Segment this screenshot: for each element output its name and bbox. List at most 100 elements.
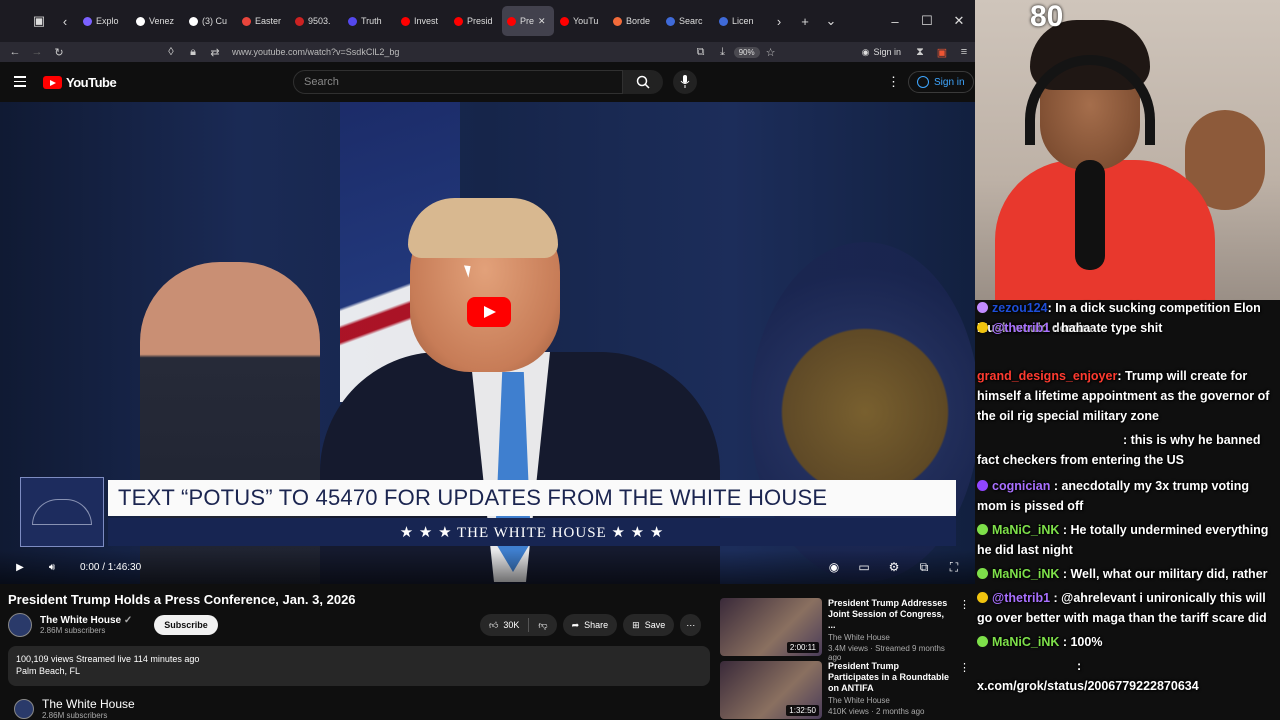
shield-icon[interactable]: ◊ xyxy=(160,46,182,58)
recommended-channel: The White House xyxy=(828,633,890,642)
addon-icon[interactable]: ▣ xyxy=(931,46,953,59)
zoom-level[interactable]: 90% xyxy=(733,46,760,58)
browser-tab[interactable]: Easter xyxy=(237,6,289,36)
miniplayer-icon[interactable]: ⧉ xyxy=(913,560,935,575)
browser-tab[interactable]: 9503. xyxy=(290,6,342,36)
recommended-menu-icon[interactable]: ⋮ xyxy=(959,661,970,719)
share-button[interactable]: ➦ Share xyxy=(562,614,618,636)
tab-overview-icon[interactable]: ▣ xyxy=(26,8,52,34)
chat-message: @thetrib1 : @ahrelevant i unironically t… xyxy=(977,588,1277,628)
video-thumbnail: 2:00:11 xyxy=(720,598,822,656)
youtube-logo-text: YouTube xyxy=(66,75,117,90)
like-button[interactable]: 👍︎ 30K 👎︎ xyxy=(480,614,557,636)
tab-scroll-left-icon[interactable]: ‹ xyxy=(52,8,78,34)
settings-gear-icon[interactable]: ⚙ xyxy=(883,560,905,574)
lock-icon[interactable]: 🔒︎ xyxy=(182,46,204,59)
recommended-video[interactable]: 1:32:50 President Trump Participates in … xyxy=(720,661,970,719)
picture-in-picture-icon[interactable]: ⧉ xyxy=(690,46,712,59)
menu-icon[interactable]: ≡ xyxy=(953,46,975,58)
youtube-play-logo-icon xyxy=(43,76,62,89)
play-overlay-button[interactable] xyxy=(467,297,511,327)
close-window-icon[interactable]: ✕ xyxy=(943,8,975,34)
account-signin[interactable]: ◉ Sign in xyxy=(862,47,901,58)
browser-tab[interactable]: Presid xyxy=(449,6,501,36)
description-channel-subs: 2.86M subscribers xyxy=(42,711,108,720)
browser-tab[interactable]: Licen xyxy=(714,6,766,36)
tab-list-icon[interactable]: ⌄ xyxy=(818,8,844,34)
back-icon[interactable]: ← xyxy=(4,46,26,58)
thumbs-down-icon[interactable]: 👎︎ xyxy=(538,620,547,631)
volume-icon[interactable]: 🔊︎ xyxy=(36,562,68,573)
description-channel[interactable]: The White House 2.86M subscribers xyxy=(14,697,135,720)
tab-scroll-right-icon[interactable]: › xyxy=(766,8,792,34)
browser-tab[interactable]: Explo xyxy=(78,6,130,36)
more-actions-button[interactable]: ⋯ xyxy=(680,614,702,636)
download-page-icon[interactable]: ⤓ xyxy=(712,46,734,59)
action-bar: 👍︎ 30K 👎︎ ➦ Share ⊞ Save ⋯ xyxy=(480,614,702,636)
browser-tab[interactable]: Truth xyxy=(343,6,395,36)
tab-label: Presid xyxy=(467,16,493,26)
hamburger-menu-icon[interactable] xyxy=(14,76,26,90)
tab-label: Searc xyxy=(679,16,703,26)
channel-name[interactable]: The White House xyxy=(40,615,121,626)
url-bar[interactable]: www.youtube.com/watch?v=SsdkClL2_bg xyxy=(232,47,399,57)
thumbs-up-icon: 👍︎ xyxy=(489,619,499,630)
browser-tab[interactable]: YouTu xyxy=(555,6,607,36)
chat-text: : xyxy=(1077,659,1082,673)
browser-tab[interactable]: (3) Cu xyxy=(184,6,236,36)
youtube-signin-button[interactable]: Sign in xyxy=(908,71,974,93)
browser-tab[interactable]: Borde xyxy=(608,6,660,36)
recommended-stats: 410K views · 2 months ago xyxy=(828,707,925,716)
video-duration: 2:00:11 xyxy=(786,642,819,653)
permissions-icon[interactable]: ⇄ xyxy=(204,46,226,59)
verified-icon: ✓ xyxy=(123,615,133,626)
channel-subscribers: 2.86M subscribers xyxy=(40,626,106,635)
fullscreen-icon[interactable]: ⛶ xyxy=(943,560,965,575)
like-count: 30K xyxy=(503,620,520,630)
microphone-icon xyxy=(680,75,690,88)
new-tab-icon[interactable]: + xyxy=(792,8,818,34)
browser-tab[interactable]: Invest xyxy=(396,6,448,36)
captions-icon[interactable]: ▭ xyxy=(853,560,875,574)
search-button[interactable] xyxy=(623,70,663,94)
settings-kebab-icon[interactable]: ⋮ xyxy=(887,74,900,90)
tab-favicon-icon xyxy=(348,16,357,26)
browser-nav-bar: ← → ↻ ◊ 🔒︎ ⇄ www.youtube.com/watch?v=Ssd… xyxy=(0,42,975,62)
recommended-stats: 3.4M views · Streamed 9 months ago xyxy=(828,644,945,662)
forward-icon[interactable]: → xyxy=(26,46,48,58)
save-button[interactable]: ⊞ Save xyxy=(623,614,675,636)
tab-favicon-icon xyxy=(242,16,251,26)
reload-icon[interactable]: ↻ xyxy=(48,46,70,59)
more-horizontal-icon: ⋯ xyxy=(686,619,696,630)
video-player[interactable]: TEXT “POTUS” TO 45470 FOR UPDATES FROM T… xyxy=(0,102,975,584)
bookmark-star-icon[interactable]: ☆ xyxy=(760,46,782,59)
description-box[interactable]: 100,109 views Streamed live 114 minutes … xyxy=(8,646,710,686)
youtube-logo[interactable]: YouTube xyxy=(43,75,117,90)
chat-message: : xyxy=(977,656,1277,676)
browser-tab[interactable]: Pre ✕ xyxy=(502,6,554,36)
tab-label: Explo xyxy=(96,16,119,26)
recommended-video[interactable]: 2:00:11 President Trump Addresses Joint … xyxy=(720,598,970,662)
chat-username: @thetrib1 xyxy=(992,321,1051,335)
voice-search-button[interactable] xyxy=(673,70,697,94)
maximize-icon[interactable]: ☐ xyxy=(911,8,943,34)
banner-text: TEXT “POTUS” TO 45470 FOR UPDATES FROM T… xyxy=(108,480,956,516)
browser-tab[interactable]: Searc xyxy=(661,6,713,36)
video-title: President Trump Holds a Press Conference… xyxy=(8,592,356,607)
play-icon[interactable]: ▶ xyxy=(4,562,36,573)
channel-avatar[interactable] xyxy=(8,613,32,637)
close-tab-icon[interactable]: ✕ xyxy=(538,16,546,27)
tab-label: Truth xyxy=(361,16,382,26)
share-label: Share xyxy=(584,620,609,630)
recommended-menu-icon[interactable]: ⋮ xyxy=(959,598,970,656)
extensions-icon[interactable]: ⧗ xyxy=(909,46,931,59)
tab-label: Licen xyxy=(732,16,754,26)
minimize-icon[interactable]: – xyxy=(879,8,911,34)
channel-avatar-small xyxy=(14,698,34,719)
tab-label: (3) Cu xyxy=(202,16,228,26)
chat-message: grand_designs_enjoyer: Trump will create… xyxy=(977,366,1277,426)
autoplay-toggle-icon[interactable]: ◉ xyxy=(823,560,845,574)
browser-tab[interactable]: Venez xyxy=(131,6,183,36)
search-input[interactable]: Search xyxy=(293,70,623,94)
subscribe-button[interactable]: Subscribe xyxy=(154,615,218,635)
